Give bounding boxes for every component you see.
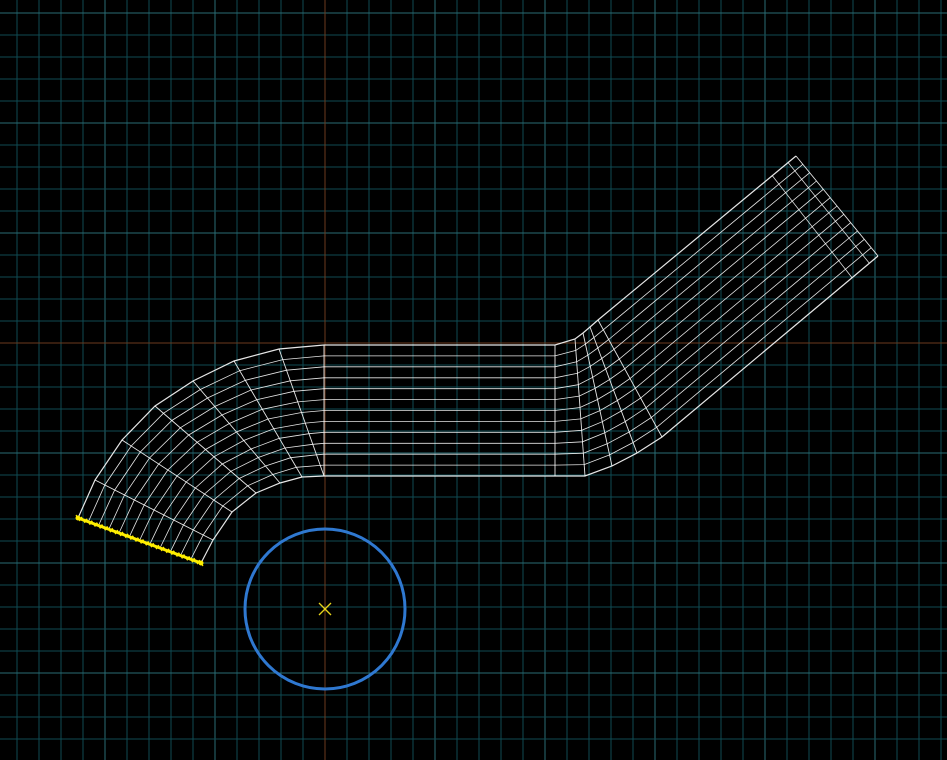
mesh-cross-section	[589, 326, 638, 454]
mesh-edge-loop	[118, 188, 824, 534]
mesh-edge-loop	[159, 222, 851, 549]
mesh-cross-section	[597, 319, 663, 438]
mesh-cross-section	[582, 332, 613, 467]
viewport-canvas[interactable]	[0, 0, 947, 760]
tube-mesh-object[interactable]	[77, 155, 879, 564]
mesh-cross-section	[233, 360, 303, 478]
mesh-edge-loop	[190, 247, 872, 560]
selected-vertex-dot	[75, 515, 81, 521]
mesh-cross-section	[154, 405, 257, 494]
mesh-edge-loop	[128, 197, 831, 537]
mesh-edge-loop	[98, 172, 810, 526]
mesh-edge-loop	[139, 205, 838, 541]
mesh-cross-section	[278, 348, 325, 477]
mesh-edge-loop	[77, 155, 797, 519]
mesh-cross-section	[795, 155, 879, 257]
world-axes	[0, 0, 947, 760]
mesh-edge-loop	[180, 238, 865, 556]
3d-viewport[interactable]	[0, 0, 947, 760]
selected-vertex-dot	[198, 560, 204, 566]
floor-grid	[0, 0, 947, 760]
mesh-edge-loop	[169, 230, 858, 552]
